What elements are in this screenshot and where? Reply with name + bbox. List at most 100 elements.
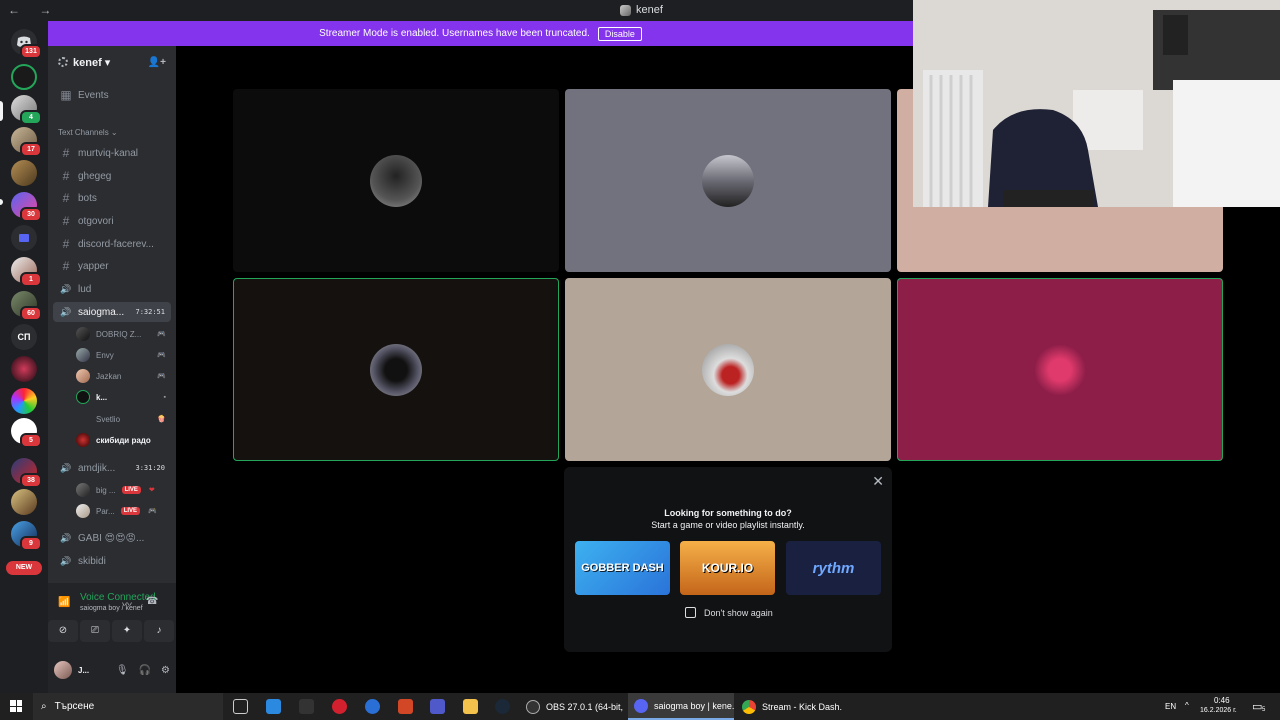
- text-channels-header[interactable]: Text Channels ⌄: [58, 128, 118, 137]
- file-explorer-icon[interactable]: [463, 699, 478, 714]
- activity-icon: 🍿: [157, 416, 166, 423]
- app-icon[interactable]: [299, 699, 314, 714]
- taskbar-app-discord[interactable]: saiogma boy | kene...: [628, 693, 734, 720]
- voice-channel-item[interactable]: 🔊 GABI 😍😍😡...: [53, 528, 171, 548]
- camera-off-button[interactable]: ⊘: [48, 620, 78, 642]
- disable-button[interactable]: Disable: [597, 26, 642, 41]
- speaker-icon: 🔊: [60, 532, 72, 543]
- powerpoint-icon[interactable]: [398, 699, 413, 714]
- channel-item[interactable]: # otgovori: [53, 211, 171, 231]
- steam-icon[interactable]: [495, 699, 510, 714]
- dont-show-again[interactable]: Don't show again: [685, 607, 773, 618]
- server-item[interactable]: [11, 160, 37, 186]
- invite-people-icon[interactable]: 👤+: [148, 57, 166, 68]
- voice-channel-item[interactable]: 🔊 amdjik... 3:31:20: [53, 458, 171, 478]
- channel-item[interactable]: # ghegeg: [53, 166, 171, 186]
- selected-pill: [0, 101, 3, 121]
- taskbar-app-obs[interactable]: OBS 27.0.1 (64-bit, ...: [520, 693, 626, 720]
- server-item[interactable]: 1: [11, 257, 42, 287]
- live-badge: LIVE: [120, 507, 141, 515]
- avatar[interactable]: [54, 661, 72, 679]
- app-icon[interactable]: [365, 699, 380, 714]
- vscode-icon[interactable]: [266, 699, 281, 714]
- taskbar-app-chrome[interactable]: Stream - Kick Dash...: [736, 693, 842, 720]
- channel-item[interactable]: # yapper: [53, 256, 171, 276]
- unread-badge: 1: [20, 272, 42, 287]
- headphones-icon[interactable]: 🎧: [139, 665, 151, 676]
- windows-start-icon[interactable]: [10, 700, 22, 712]
- channel-item[interactable]: # discord-facerev...: [53, 234, 171, 254]
- server-item[interactable]: [11, 388, 37, 414]
- voice-channel-item[interactable]: 🔊 lud: [53, 279, 171, 299]
- activity-card[interactable]: rythm: [786, 541, 881, 595]
- server-item[interactable]: 9: [11, 521, 42, 551]
- disconnect-icon[interactable]: ☎: [146, 596, 158, 607]
- server-item[interactable]: 4: [11, 95, 42, 125]
- activity-icon: 🎮: [157, 352, 166, 359]
- voice-channel-active[interactable]: 🔊 saiogma... 7:32:51: [53, 302, 171, 322]
- chrome-icon: [742, 699, 756, 714]
- server-item[interactable]: [11, 489, 37, 515]
- voice-timer: 3:31:20: [135, 464, 165, 472]
- voice-user[interactable]: Svetlio 🍿: [76, 409, 166, 429]
- settings-gear-icon[interactable]: ⚙: [161, 665, 170, 676]
- speaker-icon: 🔊: [60, 462, 72, 473]
- opera-icon[interactable]: [332, 699, 347, 714]
- voice-status[interactable]: Voice Connected: [80, 592, 156, 603]
- direct-messages-button[interactable]: 131: [11, 29, 42, 59]
- obs-icon: [526, 699, 540, 714]
- avatar: [76, 369, 90, 383]
- notification-icon[interactable]: ▭: [1252, 700, 1262, 713]
- channel-item[interactable]: # murtviq-kanal: [53, 143, 171, 163]
- teams-icon[interactable]: [430, 699, 445, 714]
- server-item[interactable]: 60: [11, 291, 42, 321]
- voice-user[interactable]: k... ▪: [76, 387, 166, 407]
- avatar: [76, 504, 90, 518]
- server-folder[interactable]: [11, 225, 37, 251]
- participant-tile[interactable]: [565, 89, 891, 272]
- participant-tile[interactable]: [565, 278, 891, 461]
- server-item[interactable]: 5: [11, 418, 42, 448]
- voice-user[interactable]: Jazkan 🎮: [76, 366, 166, 386]
- server-item[interactable]: СП: [11, 324, 37, 350]
- server-item[interactable]: 30: [11, 192, 42, 222]
- activities-button[interactable]: ✦: [112, 620, 142, 642]
- voice-channel-item[interactable]: 🔊 skibidi: [53, 551, 171, 571]
- channel-item[interactable]: # bots: [53, 188, 171, 208]
- checkbox[interactable]: [685, 607, 696, 618]
- window-title: kenef: [620, 4, 663, 16]
- speaker-icon: 🔊: [60, 306, 72, 317]
- activity-icon: ▪: [163, 393, 166, 401]
- screen-share-button[interactable]: ⎚: [80, 620, 110, 642]
- participant-tile-speaking[interactable]: [897, 278, 1223, 461]
- close-icon[interactable]: ✕: [872, 473, 884, 490]
- voice-user[interactable]: DOBRIQ Z... 🎮: [76, 324, 166, 344]
- microphone-icon[interactable]: 🎙: [116, 665, 129, 676]
- server-item[interactable]: [11, 356, 37, 382]
- voice-user[interactable]: Par... LIVE 🎮: [76, 501, 166, 521]
- participant-tile-speaking[interactable]: [233, 278, 559, 461]
- soundboard-button[interactable]: ♪: [144, 620, 174, 642]
- server-item[interactable]: 38: [11, 458, 42, 488]
- server-item[interactable]: 17: [11, 127, 42, 157]
- voice-user[interactable]: big ... LIVE ❤: [76, 480, 166, 500]
- voice-user[interactable]: Envy 🎮: [76, 345, 166, 365]
- events-item[interactable]: ▦ Events: [53, 85, 171, 105]
- clock-date[interactable]: 16.2.2026 г.: [1200, 707, 1237, 714]
- participant-tile[interactable]: [233, 89, 559, 272]
- guild-header[interactable]: kenef ▾ 👤+: [48, 46, 176, 78]
- noise-suppression-icon[interactable]: 〰: [122, 596, 132, 611]
- server-item[interactable]: [11, 64, 37, 90]
- clock-time[interactable]: 0:46: [1214, 696, 1230, 705]
- chevron-up-icon[interactable]: ^: [1185, 701, 1189, 710]
- taskbar-search[interactable]: ⌕ Търсене: [33, 693, 223, 720]
- language-indicator[interactable]: EN: [1165, 702, 1176, 711]
- voice-location[interactable]: saiogma boy / kenef: [80, 605, 143, 612]
- unread-badge: 4: [20, 110, 42, 125]
- back-forward-arrows[interactable]: ← →: [8, 3, 59, 17]
- unread-badge: 38: [20, 473, 42, 488]
- activity-card[interactable]: KOUR.IO: [680, 541, 775, 595]
- task-view-icon[interactable]: [233, 699, 248, 714]
- voice-user[interactable]: скибиди радо: [76, 430, 166, 450]
- activity-card[interactable]: GOBBER DASH: [575, 541, 670, 595]
